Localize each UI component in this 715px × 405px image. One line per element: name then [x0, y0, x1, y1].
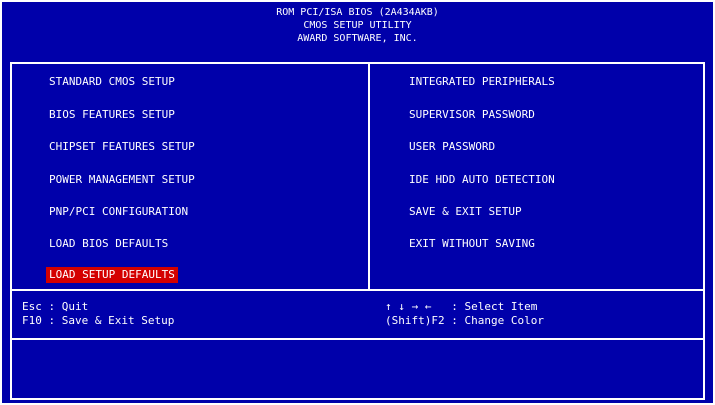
help-f10-save-exit: F10 : Save & Exit Setup — [22, 314, 175, 327]
vendor-title: AWARD SOFTWARE, INC. — [297, 33, 418, 44]
menu-save-exit-setup[interactable]: SAVE & EXIT SETUP — [409, 204, 522, 220]
frame-menu-bottom-border — [10, 289, 705, 291]
menu-pnp-pci-configuration[interactable]: PNP/PCI CONFIGURATION — [49, 204, 188, 220]
menu-supervisor-password[interactable]: SUPERVISOR PASSWORD — [409, 107, 535, 123]
menu-ide-hdd-auto-detection[interactable]: IDE HDD AUTO DETECTION — [409, 172, 555, 188]
help-esc-quit: Esc : Quit — [22, 300, 89, 313]
item-description-area — [12, 340, 703, 398]
frame-column-divider — [368, 62, 370, 291]
utility-title: CMOS SETUP UTILITY — [303, 20, 412, 31]
menu-integrated-peripherals[interactable]: INTEGRATED PERIPHERALS — [409, 74, 555, 90]
bios-screen: ROM PCI/ISA BIOS (2A434AKB) CMOS SETUP U… — [2, 2, 713, 403]
frame-bottom-border — [10, 398, 705, 400]
menu-standard-cmos-setup[interactable]: STANDARD CMOS SETUP — [49, 74, 175, 90]
menu-chipset-features-setup[interactable]: CHIPSET FEATURES SETUP — [49, 139, 195, 155]
menu-user-password[interactable]: USER PASSWORD — [409, 139, 495, 155]
help-arrow-select-item: ↑ ↓ → ← : Select Item — [385, 300, 538, 313]
bios-rom-title: ROM PCI/ISA BIOS (2A434AKB) — [276, 7, 439, 18]
bios-header: ROM PCI/ISA BIOS (2A434AKB) CMOS SETUP U… — [2, 6, 713, 45]
menu-load-bios-defaults[interactable]: LOAD BIOS DEFAULTS — [49, 236, 168, 252]
frame-top-border — [10, 62, 705, 64]
help-shift-f2-change-color: (Shift)F2 : Change Color — [385, 314, 544, 327]
menu-power-management-setup[interactable]: POWER MANAGEMENT SETUP — [49, 172, 195, 188]
frame-right-border — [703, 62, 705, 400]
menu-exit-without-saving[interactable]: EXIT WITHOUT SAVING — [409, 236, 535, 252]
menu-bios-features-setup[interactable]: BIOS FEATURES SETUP — [49, 107, 175, 123]
menu-load-setup-defaults[interactable]: LOAD SETUP DEFAULTS — [46, 267, 178, 283]
